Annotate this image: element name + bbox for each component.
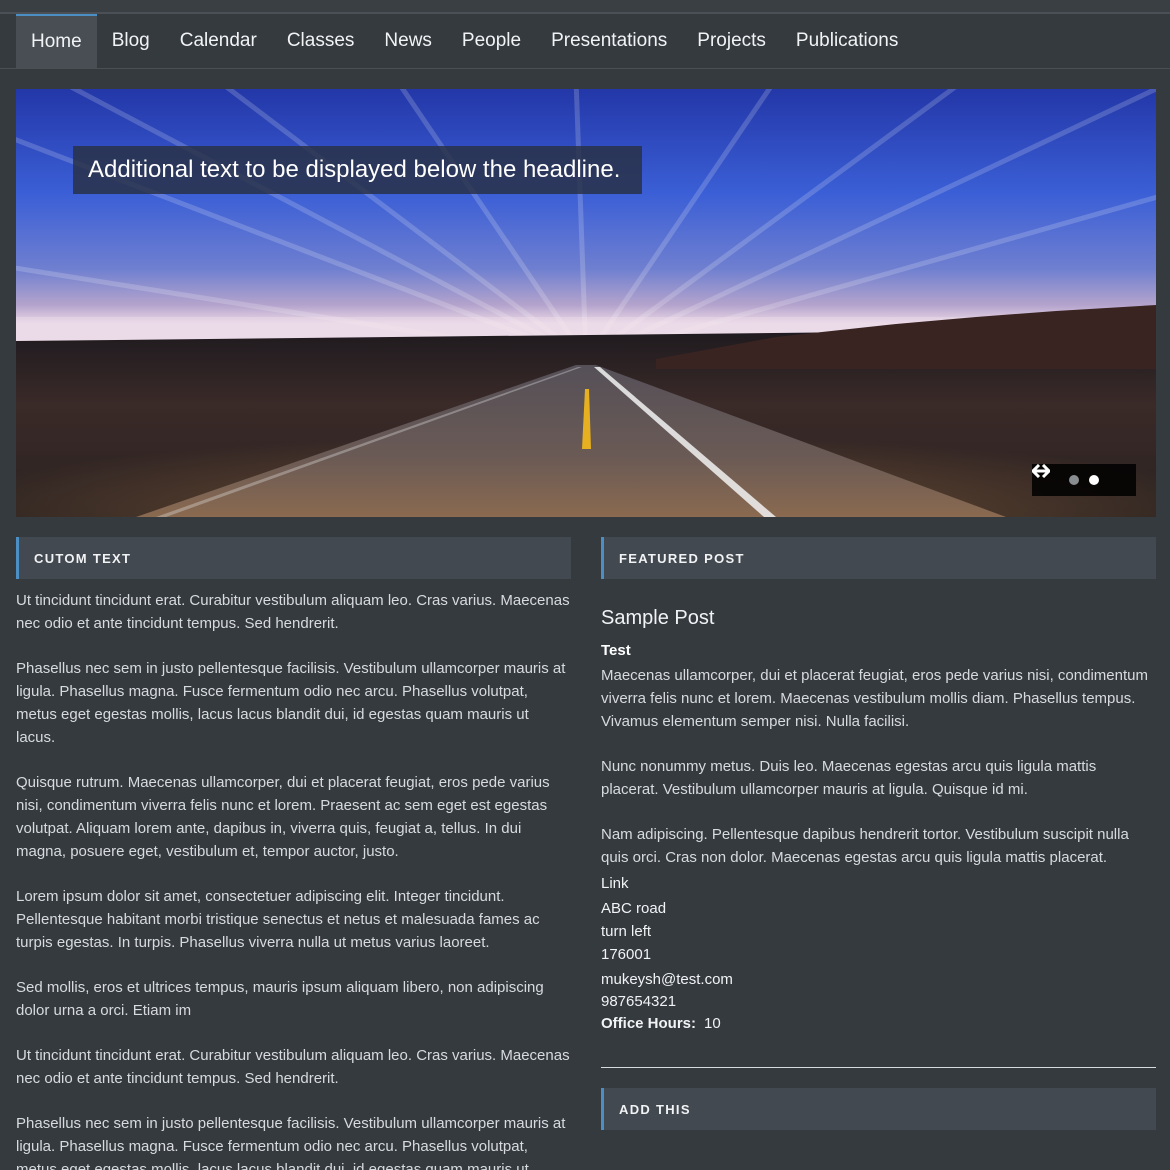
post-office-hours: Office Hours: 10 bbox=[601, 1015, 1156, 1032]
post-email[interactable]: mukeysh@test.com bbox=[601, 971, 1156, 988]
nav-item-home[interactable]: Home bbox=[16, 14, 97, 68]
slide-dot-1[interactable] bbox=[1069, 475, 1080, 485]
slide-dot-2[interactable] bbox=[1088, 475, 1099, 485]
post-paragraph: Nunc nonummy metus. Duis leo. Maecenas e… bbox=[601, 758, 1097, 798]
slide-caption: Additional text to be displayed below th… bbox=[73, 146, 643, 194]
nav-item-people[interactable]: People bbox=[447, 14, 536, 68]
custom-text-paragraph: Phasellus nec sem in justo pellentesque … bbox=[16, 1115, 566, 1170]
hero-slider[interactable]: Additional text to be displayed below th… bbox=[16, 89, 1156, 517]
widget-title-custom-text: CUTOM TEXT bbox=[16, 537, 571, 579]
post-contact-info: Link ABC road turn left 176001 mukeysh@t… bbox=[601, 875, 1156, 1032]
custom-text-paragraph: Ut tincidunt tincidunt erat. Curabitur v… bbox=[16, 1047, 570, 1087]
nav-item-publications[interactable]: Publications bbox=[781, 14, 913, 68]
post-phone[interactable]: 987654321 bbox=[601, 993, 1156, 1010]
custom-text-paragraph: Sed mollis, eros et ultrices tempus, mau… bbox=[16, 979, 544, 1019]
post-paragraph: Maecenas ullamcorper, dui et placerat fe… bbox=[601, 667, 1148, 730]
post-paragraph: Nam adipiscing. Pellentesque dapibus hen… bbox=[601, 826, 1129, 866]
post-title[interactable]: Sample Post bbox=[601, 607, 1156, 630]
nav-item-calendar[interactable]: Calendar bbox=[165, 14, 272, 68]
custom-text-widget: CUTOM TEXT Ut tincidunt tincidunt erat. … bbox=[16, 537, 571, 1170]
top-bar bbox=[0, 0, 1170, 14]
divider bbox=[601, 1067, 1156, 1068]
address-line: 176001 bbox=[601, 946, 652, 963]
custom-text-paragraph: Lorem ipsum dolor sit amet, consectetuer… bbox=[16, 888, 540, 951]
nav-item-blog[interactable]: Blog bbox=[97, 14, 165, 68]
nav-item-presentations[interactable]: Presentations bbox=[536, 14, 682, 68]
post-subtitle: Test bbox=[601, 642, 631, 659]
office-hours-value: 10 bbox=[704, 1015, 721, 1032]
nav-item-classes[interactable]: Classes bbox=[272, 14, 370, 68]
custom-text-body: Ut tincidunt tincidunt erat. Curabitur v… bbox=[16, 589, 571, 1170]
custom-text-paragraph: Phasellus nec sem in justo pellentesque … bbox=[16, 660, 566, 746]
address-line: ABC road bbox=[601, 900, 667, 917]
featured-post-widget: FEATURED POST Sample Post Test Maecenas … bbox=[601, 537, 1156, 1130]
post-body: Maecenas ullamcorper, dui et placerat fe… bbox=[601, 664, 1156, 869]
address-line: turn left bbox=[601, 923, 652, 940]
post-address: ABC road turn left 176001 bbox=[601, 897, 1156, 966]
main-navigation: Home Blog Calendar Classes News People P… bbox=[0, 14, 1170, 69]
post-link[interactable]: Link bbox=[601, 875, 1156, 892]
arrow-right-icon[interactable] bbox=[1033, 464, 1130, 491]
nav-item-projects[interactable]: Projects bbox=[682, 14, 781, 68]
office-hours-label: Office Hours: bbox=[601, 1015, 697, 1032]
slider-controls bbox=[1032, 464, 1136, 496]
custom-text-paragraph: Ut tincidunt tincidunt erat. Curabitur v… bbox=[16, 592, 570, 632]
custom-text-paragraph: Quisque rutrum. Maecenas ullamcorper, du… bbox=[16, 774, 550, 860]
nav-item-news[interactable]: News bbox=[369, 14, 447, 68]
widget-title-featured-post: FEATURED POST bbox=[601, 537, 1156, 579]
widget-title-add-this: ADD THIS bbox=[601, 1088, 1156, 1130]
